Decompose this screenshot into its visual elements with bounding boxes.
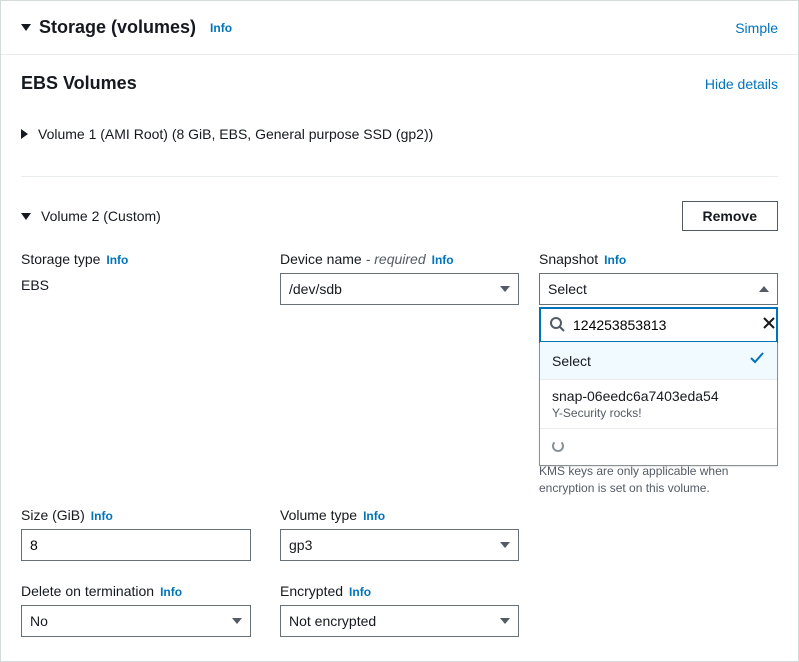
storage-type-field: Storage type Info EBS bbox=[21, 251, 260, 497]
checkmark-icon bbox=[749, 350, 765, 371]
volume-1-row[interactable]: Volume 1 (AMI Root) (8 GiB, EBS, General… bbox=[1, 108, 798, 160]
encrypted-value: Not encrypted bbox=[289, 613, 376, 629]
ebs-subheader: EBS Volumes Hide details bbox=[1, 55, 798, 108]
ebs-title: EBS Volumes bbox=[21, 73, 137, 94]
form-row-2: Size (GiB) Info Volume type Info gp3 bbox=[1, 499, 798, 569]
encrypted-label: Encrypted bbox=[280, 583, 343, 599]
delete-on-termination-select[interactable]: No bbox=[21, 605, 251, 637]
chevron-down-icon bbox=[500, 618, 510, 624]
spinner-icon bbox=[552, 440, 564, 452]
chevron-up-icon bbox=[759, 286, 769, 292]
device-name-select[interactable]: /dev/sdb bbox=[280, 273, 519, 305]
section-title: Storage (volumes) bbox=[39, 17, 196, 38]
delete-on-termination-label: Delete on termination bbox=[21, 583, 154, 599]
snapshot-select[interactable]: Select bbox=[539, 273, 778, 305]
info-link[interactable]: Info bbox=[160, 585, 182, 599]
hide-details-link[interactable]: Hide details bbox=[705, 76, 778, 92]
info-link[interactable]: Info bbox=[91, 509, 113, 523]
device-name-field: Device name - required Info /dev/sdb bbox=[280, 251, 519, 497]
delete-on-termination-field: Delete on termination Info No bbox=[21, 583, 260, 637]
size-input[interactable] bbox=[21, 529, 251, 561]
size-field: Size (GiB) Info bbox=[21, 507, 260, 561]
option-sublabel: Y-Security rocks! bbox=[552, 406, 719, 420]
volume-type-select[interactable]: gp3 bbox=[280, 529, 519, 561]
section-header: Storage (volumes) Info Simple bbox=[1, 1, 798, 55]
volume-2-header: Volume 2 (Custom) Remove bbox=[1, 177, 798, 243]
form-row-4: Throughput Info bbox=[1, 651, 798, 662]
form-row-1: Storage type Info EBS Device name - requ… bbox=[1, 243, 798, 505]
clear-icon[interactable] bbox=[762, 316, 776, 335]
empty-cell bbox=[539, 507, 778, 561]
device-name-value: /dev/sdb bbox=[289, 281, 342, 297]
form-row-3: Delete on termination Info No Encrypted … bbox=[1, 575, 798, 645]
collapse-icon[interactable] bbox=[21, 213, 31, 220]
snapshot-dropdown: Select snap-06eedc6a7403eda54 Y-Security… bbox=[539, 307, 778, 466]
storage-type-label: Storage type bbox=[21, 251, 100, 267]
throughput-label: Throughput bbox=[21, 659, 93, 662]
required-indicator: - required bbox=[366, 251, 426, 267]
volume-2-title: Volume 2 (Custom) bbox=[41, 208, 161, 224]
delete-on-termination-value: No bbox=[30, 613, 48, 629]
device-name-label: Device name bbox=[280, 251, 362, 267]
expand-icon[interactable] bbox=[21, 129, 28, 139]
chevron-down-icon bbox=[500, 286, 510, 292]
empty-cell bbox=[539, 583, 778, 637]
kms-hint: KMS keys are only applicable when encryp… bbox=[539, 463, 778, 497]
remove-button[interactable]: Remove bbox=[682, 201, 778, 231]
collapse-icon[interactable] bbox=[21, 24, 31, 31]
info-link[interactable]: Info bbox=[363, 509, 385, 523]
info-link[interactable]: Info bbox=[349, 585, 371, 599]
snapshot-option-select[interactable]: Select bbox=[540, 342, 777, 380]
snapshot-search-input[interactable] bbox=[573, 313, 754, 337]
info-link[interactable]: Info bbox=[106, 253, 128, 267]
chevron-down-icon bbox=[232, 618, 242, 624]
loading-row bbox=[540, 429, 777, 465]
option-label: snap-06eedc6a7403eda54 bbox=[552, 388, 719, 404]
size-label: Size (GiB) bbox=[21, 507, 85, 523]
snapshot-search-row bbox=[539, 307, 778, 343]
snapshot-option-item[interactable]: snap-06eedc6a7403eda54 Y-Security rocks! bbox=[540, 380, 777, 429]
snapshot-selected: Select bbox=[548, 281, 587, 297]
volume-type-value: gp3 bbox=[289, 537, 312, 553]
encrypted-field: Encrypted Info Not encrypted bbox=[280, 583, 519, 637]
search-icon bbox=[549, 316, 565, 335]
simple-link[interactable]: Simple bbox=[735, 20, 778, 36]
snapshot-label: Snapshot bbox=[539, 251, 598, 267]
storage-type-value: EBS bbox=[21, 273, 260, 293]
volume-type-field: Volume type Info gp3 bbox=[280, 507, 519, 561]
volume-type-label: Volume type bbox=[280, 507, 357, 523]
info-link[interactable]: Info bbox=[432, 253, 454, 267]
volume-1-label: Volume 1 (AMI Root) (8 GiB, EBS, General… bbox=[38, 126, 433, 142]
snapshot-field: Snapshot Info Select Select bbox=[539, 251, 778, 497]
info-link[interactable]: Info bbox=[604, 253, 626, 267]
storage-panel: Storage (volumes) Info Simple EBS Volume… bbox=[0, 0, 799, 662]
throughput-field: Throughput Info bbox=[21, 659, 260, 662]
option-label: Select bbox=[552, 353, 591, 369]
encrypted-select[interactable]: Not encrypted bbox=[280, 605, 519, 637]
info-link[interactable]: Info bbox=[210, 21, 232, 35]
chevron-down-icon bbox=[500, 542, 510, 548]
